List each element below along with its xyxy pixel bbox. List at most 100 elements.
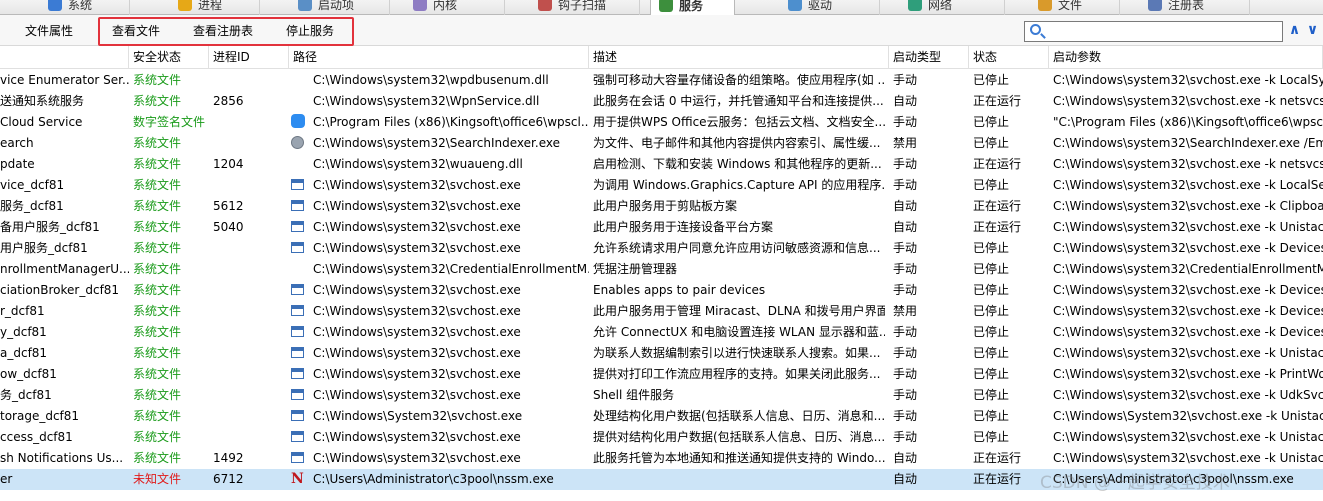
col-header-args[interactable]: 启动参数 [1049, 46, 1323, 69]
col-header-start-type[interactable]: 启动类型 [889, 46, 969, 69]
table-row[interactable]: 备用户服务_dcf81 系统文件 5040 C:\Windows\system32\s… [0, 217, 1323, 238]
table-row[interactable]: ow_dcf81 系统文件 C:\Windows\system32\svchost.… [0, 364, 1323, 385]
tab-label: 进程 [198, 0, 223, 12]
search-down-button[interactable]: ∨ [1304, 22, 1321, 39]
window-app-icon [291, 346, 304, 358]
cell-pid [213, 70, 287, 91]
table-row[interactable]: ciationBroker_dcf81 系统文件 C:\Windows\system… [0, 280, 1323, 301]
cell-name: r_dcf81 [0, 304, 45, 318]
tab-4[interactable]: 钩子扫描 [530, 0, 640, 15]
table-row[interactable]: a_dcf81 系统文件 C:\Windows\system32\svchost.e… [0, 343, 1323, 364]
cell-path: C:\Windows\System32\svchost.exe [313, 409, 523, 423]
stop-service-button[interactable]: 停止服务 [286, 22, 334, 40]
cell-pid [213, 343, 287, 364]
cell-desc: 提供对打印工作流应用程序的支持。如果关闭此服务... [593, 367, 881, 381]
cell-name: pdate [0, 157, 35, 171]
cell-security: 系统文件 [133, 451, 182, 465]
cell-args: C:\Windows\system32\svchost.exe -k netsv… [1053, 94, 1323, 108]
cell-state: 已停止 [973, 73, 1010, 87]
cell-security: 系统文件 [133, 430, 182, 444]
view-file-button[interactable]: 查看文件 [112, 22, 160, 40]
table-row[interactable]: nrollmentManagerU... 系统文件 C:\Windows\syste… [0, 259, 1323, 280]
table-row[interactable]: vice Enumerator Ser... 系统文件 C:\Windows\sys… [0, 70, 1323, 91]
cell-state: 已停止 [973, 283, 1010, 297]
table-row[interactable]: 用户服务_dcf81 系统文件 C:\Windows\system32\svchos… [0, 238, 1323, 259]
table-header: 安全状态 进程ID 路径 描述 启动类型 状态 启动参数 [0, 46, 1323, 69]
cell-name: Cloud Service [0, 115, 83, 129]
view-registry-button[interactable]: 查看注册表 [193, 22, 253, 40]
cell-path: C:\Windows\system32\svchost.exe [313, 430, 521, 444]
table-row[interactable]: 务_dcf81 系统文件 C:\Windows\system32\svchost.e… [0, 385, 1323, 406]
table-row[interactable]: 送通知系统服务 系统文件 2856 C:\Windows\system32\WpnSe… [0, 91, 1323, 112]
cell-security: 系统文件 [133, 157, 182, 171]
table-row[interactable]: 服务_dcf81 系统文件 5612 C:\Windows\system32\svch… [0, 196, 1323, 217]
cell-desc: 凭据注册管理器 [593, 262, 678, 276]
cell-args: C:\Windows\system32\svchost.exe -k Unist… [1053, 346, 1323, 360]
cell-state: 已停止 [973, 136, 1010, 150]
cell-name: ccess_dcf81 [0, 430, 73, 444]
cell-start-type: 手动 [893, 346, 918, 360]
cell-state: 已停止 [973, 325, 1010, 339]
cell-name: earch [0, 136, 34, 150]
cell-pid [213, 322, 287, 343]
tab-label: 驱动 [808, 0, 833, 12]
table-row[interactable]: r_dcf81 系统文件 C:\Windows\system32\svchost.e… [0, 301, 1323, 322]
cell-start-type: 手动 [893, 430, 918, 444]
tab-icon [178, 0, 192, 11]
cell-path: C:\Windows\system32\wpdbusenum.dll [313, 73, 549, 87]
cell-desc: 启用检测、下载和安装 Windows 和其他程序的更新... [593, 157, 882, 171]
tab-2[interactable]: 启动项 [290, 0, 390, 15]
cell-path: C:\Windows\system32\wuaueng.dll [313, 157, 523, 171]
col-header-pid[interactable]: 进程ID [209, 46, 289, 69]
cell-desc: 此用户服务用于剪贴板方案 [593, 199, 738, 213]
tab-icon [908, 0, 922, 11]
search-input[interactable] [1024, 21, 1283, 42]
cell-start-type: 手动 [893, 325, 918, 339]
cell-icon [291, 301, 309, 322]
cell-path: C:\Windows\system32\svchost.exe [313, 325, 521, 339]
cell-start-type: 自动 [893, 451, 918, 465]
cell-pid: 1492 [213, 451, 244, 465]
search-up-button[interactable]: ∧ [1286, 22, 1303, 39]
tab-3[interactable]: 内核 [405, 0, 505, 15]
cell-icon [291, 196, 309, 217]
col-header-security[interactable]: 安全状态 [129, 46, 209, 69]
table-row[interactable]: ccess_dcf81 系统文件 C:\Windows\system32\svcho… [0, 427, 1323, 448]
cell-icon [291, 112, 309, 133]
col-header-path[interactable]: 路径 [289, 46, 589, 69]
table-row[interactable]: earch 系统文件 C:\Windows\system32\SearchIndex… [0, 133, 1323, 154]
col-header-state[interactable]: 状态 [969, 46, 1049, 69]
cell-state: 正在运行 [973, 472, 1022, 486]
tab-6[interactable]: 驱动 [780, 0, 880, 15]
table-row[interactable]: Cloud Service 数字签名文件 C:\Program Files (x86… [0, 112, 1323, 133]
table-row[interactable]: vice_dcf81 系统文件 C:\Windows\system32\svchos… [0, 175, 1323, 196]
col-header-desc[interactable]: 描述 [589, 46, 889, 69]
tab-8[interactable]: 文件 [1030, 0, 1120, 15]
cell-security: 系统文件 [133, 367, 182, 381]
tab-1[interactable]: 进程 [170, 0, 260, 15]
tab-label: 注册表 [1168, 0, 1205, 12]
table-row[interactable]: sh Notifications Us... 系统文件 1492 C:\Windows… [0, 448, 1323, 469]
tab-5[interactable]: 服务 [650, 0, 735, 16]
window-app-icon [291, 283, 304, 295]
tab-7[interactable]: 网络 [900, 0, 1005, 15]
cell-state: 已停止 [973, 304, 1010, 318]
table-row[interactable]: y_dcf81 系统文件 C:\Windows\system32\svchost.e… [0, 322, 1323, 343]
table-row[interactable]: torage_dcf81 系统文件 C:\Windows\System32\svch… [0, 406, 1323, 427]
table-row[interactable]: pdate 系统文件 1204 C:\Windows\system32\wuaueng… [0, 154, 1323, 175]
col-header-name[interactable] [0, 46, 129, 69]
cell-pid [213, 175, 287, 196]
cell-pid [213, 112, 287, 133]
cell-pid [213, 406, 287, 427]
cell-name: torage_dcf81 [0, 409, 80, 423]
cell-args: C:\Windows\system32\svchost.exe -k Local… [1053, 73, 1323, 87]
cell-name: 务_dcf81 [0, 388, 52, 402]
cell-state: 已停止 [973, 346, 1010, 360]
cell-path: C:\Windows\system32\svchost.exe [313, 199, 521, 213]
cell-start-type: 手动 [893, 367, 918, 381]
tab-9[interactable]: 注册表 [1140, 0, 1250, 15]
cell-icon [291, 385, 309, 406]
tab-0[interactable]: 系统 [40, 0, 130, 15]
file-properties-button[interactable]: 文件属性 [25, 22, 73, 40]
cell-name: vice_dcf81 [0, 178, 65, 192]
